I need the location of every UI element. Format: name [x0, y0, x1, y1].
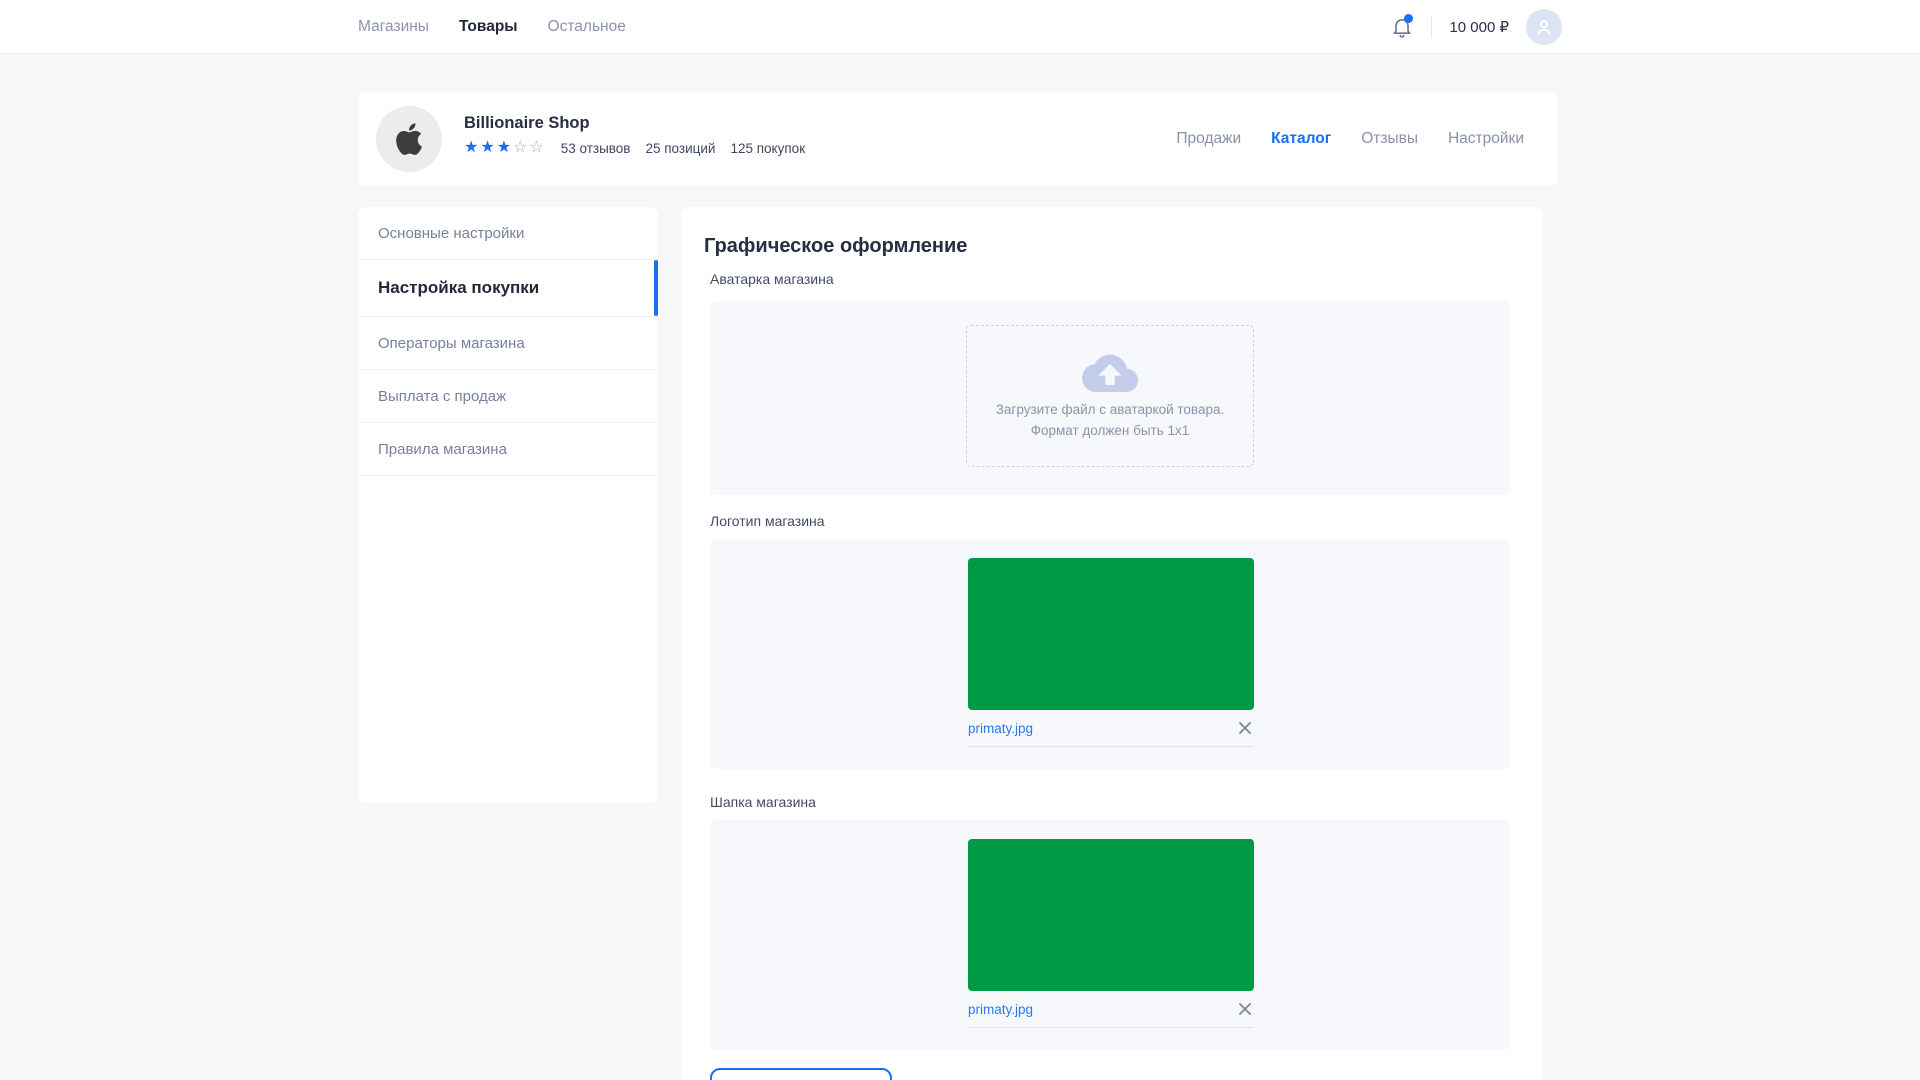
star-empty-icon: ☆	[529, 139, 546, 156]
sidebar-item-general-settings[interactable]: Основные настройки	[358, 207, 658, 260]
shop-logo-label: Логотип магазина	[710, 513, 825, 529]
sidebar-item-label: Операторы магазина	[378, 334, 525, 352]
user-avatar-icon	[1537, 20, 1551, 35]
shop-reviews-count: 53 отзывов	[560, 140, 631, 156]
user-avatar[interactable]	[1526, 9, 1562, 45]
graphic-design-panel: Графическое оформление Аватарка магазина…	[681, 207, 1543, 1080]
settings-sidebar: Основные настройки Настройка покупки Опе…	[358, 207, 658, 803]
tab-reviews[interactable]: Отзывы	[1361, 130, 1418, 148]
shop-header-card: Billionaire Shop ★★★☆☆ 53 отзывов 25 поз…	[358, 92, 1558, 186]
shop-avatar-section: Загрузите файл с аватаркой товара. Форма…	[710, 301, 1510, 495]
topbar-right-cluster: 10 000 ₽	[1390, 0, 1562, 54]
tab-catalog[interactable]: Каталог	[1271, 130, 1331, 148]
upload-hint-text: Загрузите файл с аватаркой товара. Форма…	[995, 402, 1225, 438]
sidebar-item-purchase-settings[interactable]: Настройка покупки	[358, 260, 658, 317]
active-indicator-bar	[654, 260, 658, 316]
star-empty-icon: ☆	[513, 139, 530, 156]
star-filled-icon: ★	[480, 139, 497, 156]
shop-purchases-count: 125 покупок	[730, 140, 806, 156]
apple-logo-icon	[396, 123, 422, 155]
balance-amount[interactable]: 10 000 ₽	[1449, 18, 1509, 36]
remove-logo-button[interactable]	[1236, 719, 1254, 737]
header-filename-link[interactable]: primaty.jpg	[968, 1002, 1033, 1017]
shop-header-label: Шапка магазина	[710, 794, 816, 810]
logo-image-preview[interactable]	[968, 558, 1254, 710]
logo-filename-link[interactable]: primaty.jpg	[968, 721, 1033, 736]
main-navigation: Магазины Товары Остальное	[358, 0, 626, 54]
remove-header-button[interactable]	[1236, 1000, 1254, 1018]
shop-header-section: primaty.jpg	[710, 820, 1510, 1050]
shop-avatar-label: Аватарка магазина	[710, 271, 834, 287]
avatar-upload-dropzone[interactable]: Загрузите файл с аватаркой товара. Форма…	[966, 325, 1254, 467]
shop-avatar	[376, 106, 442, 172]
upload-cloud-icon	[1082, 354, 1138, 393]
shop-tabs: Продажи Каталог Отзывы Настройки	[1176, 92, 1524, 186]
nav-item-shops[interactable]: Магазины	[358, 18, 429, 36]
sidebar-item-label: Основные настройки	[378, 224, 525, 242]
tab-settings[interactable]: Настройки	[1448, 130, 1524, 148]
sidebar-item-label: Настройка покупки	[378, 278, 540, 297]
header-file-row: primaty.jpg	[968, 991, 1254, 1028]
shop-name: Billionaire Shop	[464, 114, 590, 132]
close-icon	[1239, 722, 1251, 734]
shop-meta-row: ★★★☆☆ 53 отзывов 25 позиций 125 покупок	[464, 140, 805, 156]
sidebar-item-shop-rules[interactable]: Правила магазина	[358, 423, 658, 476]
shop-positions-count: 25 позиций	[645, 140, 716, 156]
page-title: Графическое оформление	[704, 235, 968, 257]
sidebar-item-label: Правила магазина	[378, 440, 507, 458]
star-rating: ★★★☆☆	[464, 140, 546, 156]
save-button[interactable]	[710, 1068, 892, 1080]
top-bar: Магазины Товары Остальное 10 000 ₽	[0, 0, 1920, 54]
nav-item-other[interactable]: Остальное	[548, 18, 626, 36]
tab-sales[interactable]: Продажи	[1176, 130, 1241, 148]
logo-file-row: primaty.jpg	[968, 710, 1254, 747]
star-filled-icon: ★	[464, 139, 481, 156]
sidebar-item-sales-payout[interactable]: Выплата с продаж	[358, 370, 658, 423]
notifications-button[interactable]	[1390, 14, 1414, 39]
header-image-preview[interactable]	[968, 839, 1254, 991]
star-filled-icon: ★	[496, 139, 514, 156]
close-icon	[1239, 1003, 1251, 1015]
sidebar-item-label: Выплата с продаж	[378, 387, 507, 405]
nav-item-products[interactable]: Товары	[459, 18, 518, 36]
topbar-divider	[1431, 16, 1433, 38]
shop-logo-section: primaty.jpg	[710, 539, 1510, 769]
sidebar-item-shop-operators[interactable]: Операторы магазина	[358, 317, 658, 370]
